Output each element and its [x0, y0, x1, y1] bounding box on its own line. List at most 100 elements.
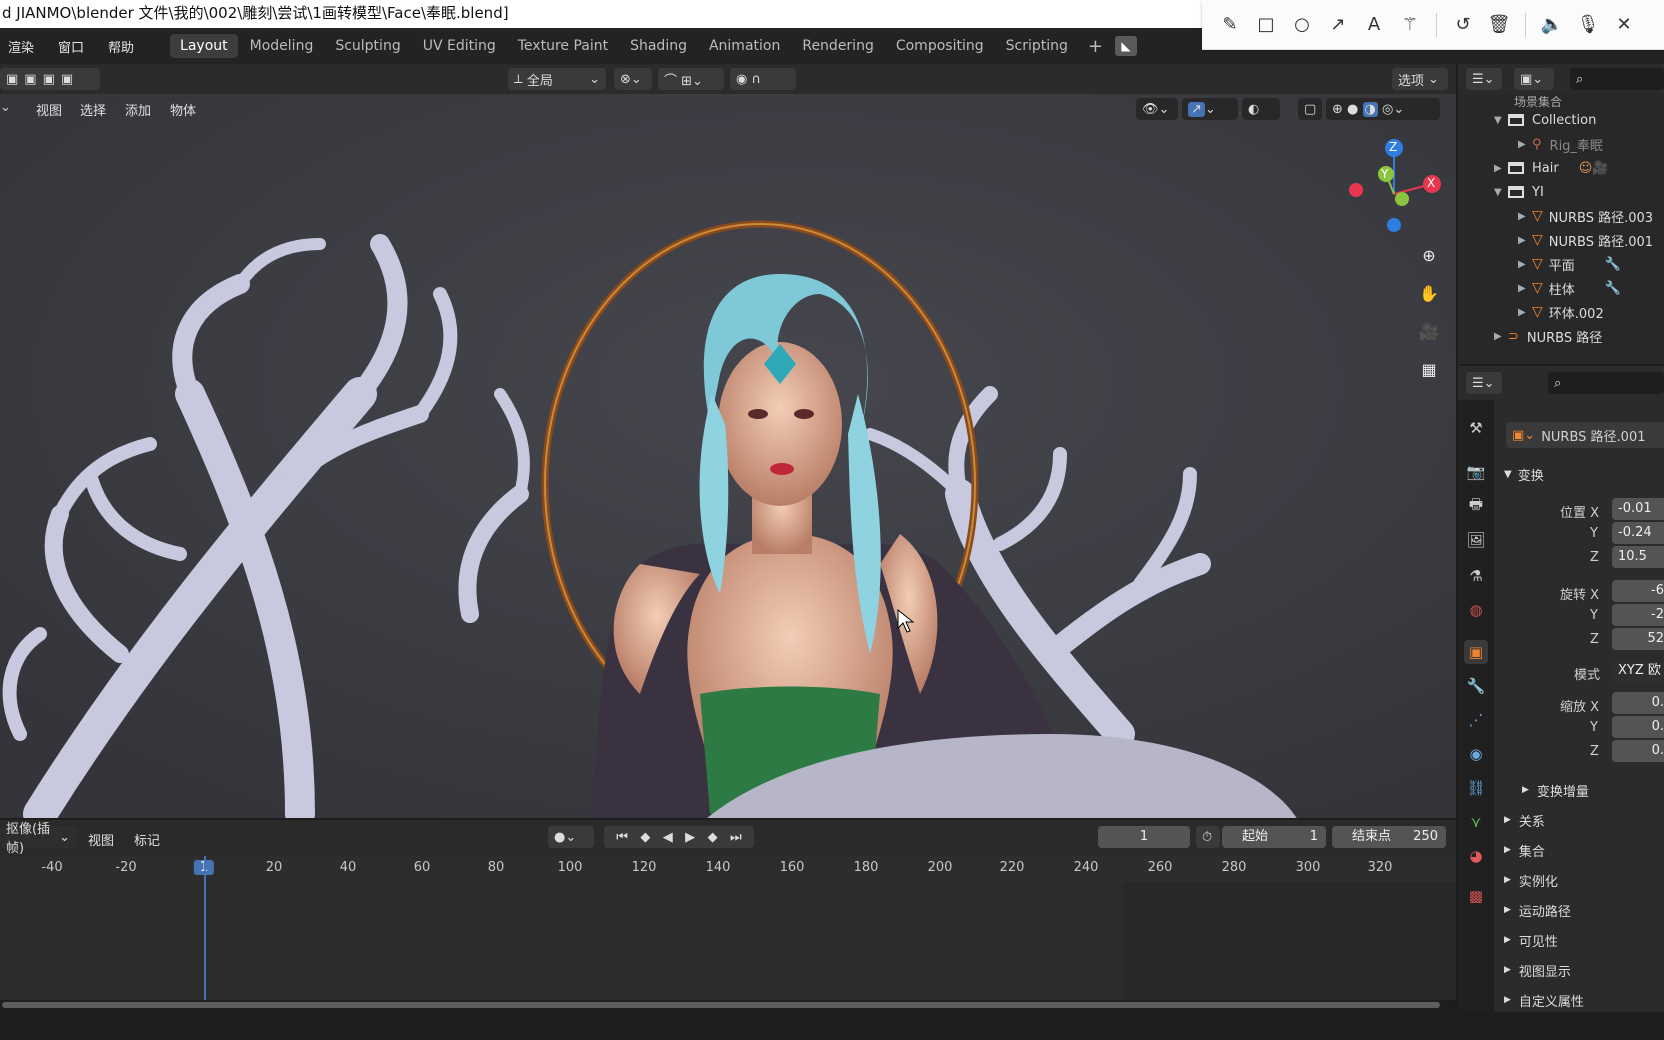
3d-viewport[interactable]: [0, 94, 1456, 818]
outliner-row-object[interactable]: ▶ ▽ 柱体 🔧: [1458, 276, 1664, 300]
location-x-field[interactable]: -0.01: [1612, 498, 1664, 520]
panel-relations[interactable]: ▶ 关系: [1504, 808, 1545, 832]
outliner-editor-type-icon[interactable]: ☰⌄: [1466, 68, 1502, 90]
stopwatch-icon[interactable]: ⏱: [1196, 826, 1220, 848]
tab-compositing[interactable]: Compositing: [886, 34, 994, 58]
navigation-gizmo[interactable]: Z Y X: [1340, 138, 1450, 238]
editor-type-dropdown[interactable]: ⌄: [0, 100, 11, 115]
particles-tab-icon[interactable]: ⋰: [1464, 708, 1488, 732]
tab-texture-paint[interactable]: Texture Paint: [508, 34, 618, 58]
rotation-y-field[interactable]: -2: [1612, 604, 1664, 626]
tab-sculpting[interactable]: Sculpting: [325, 34, 410, 58]
view-layer-tab-icon[interactable]: 🖼: [1464, 528, 1488, 552]
scale-y-field[interactable]: 0.: [1612, 716, 1664, 738]
pan-hand-icon[interactable]: ✋: [1414, 278, 1444, 308]
speaker-icon[interactable]: 🔈: [1534, 7, 1570, 43]
keying-mode-dropdown[interactable]: 抠像(插帧) ⌄: [0, 822, 76, 856]
expand-triangle-icon[interactable]: ▼: [1494, 187, 1504, 198]
frame-end-field[interactable]: 结束点 250: [1332, 826, 1446, 848]
tab-uv-editing[interactable]: UV Editing: [413, 34, 506, 58]
expand-triangle-icon[interactable]: ▶: [1494, 331, 1504, 342]
render-tab-icon[interactable]: 📷: [1464, 460, 1488, 484]
panel-motion-paths[interactable]: ▶ 运动路径: [1504, 898, 1571, 922]
expand-triangle-icon[interactable]: ▶: [1518, 235, 1528, 246]
timeline-area[interactable]: [0, 856, 1456, 1000]
add-workspace-button[interactable]: +: [1080, 36, 1111, 57]
gizmo-toggle[interactable]: ↗ ⌄: [1182, 98, 1238, 120]
expand-triangle-icon[interactable]: ▶: [1518, 139, 1528, 150]
camera-icon[interactable]: 🎥: [1414, 316, 1444, 346]
trash-icon[interactable]: 🗑: [1481, 7, 1517, 43]
magic-wand-icon[interactable]: ⚚: [1392, 7, 1428, 43]
tab-scripting[interactable]: Scripting: [996, 34, 1078, 58]
texture-tab-icon[interactable]: ▩: [1464, 884, 1488, 908]
scale-x-field[interactable]: 0.: [1612, 692, 1664, 714]
menu-window[interactable]: 窗口: [50, 37, 92, 56]
tab-modeling[interactable]: Modeling: [240, 34, 324, 58]
tab-layout[interactable]: Layout: [170, 34, 238, 58]
menu-view[interactable]: 视图: [36, 100, 62, 119]
frame-start-field[interactable]: 起始 1: [1222, 826, 1326, 848]
properties-editor-type-icon[interactable]: ☰⌄: [1466, 372, 1502, 394]
circle-icon[interactable]: ○: [1284, 7, 1320, 43]
menu-select[interactable]: 选择: [80, 100, 106, 119]
properties-search-input[interactable]: ⌕: [1548, 372, 1664, 394]
expand-triangle-icon[interactable]: ▶: [1494, 163, 1504, 174]
next-keyframe-icon[interactable]: ◆: [708, 830, 718, 845]
constraint-tab-icon[interactable]: ⛓: [1464, 776, 1488, 800]
jump-end-icon[interactable]: ⏭: [730, 830, 742, 845]
world-tab-icon[interactable]: ◍: [1464, 598, 1488, 622]
outliner-row-object[interactable]: ▶ ▽ NURBS 路径.003: [1458, 204, 1664, 228]
play-icon[interactable]: ▶: [685, 830, 695, 845]
outliner-row-object[interactable]: ▶ ▽ NURBS 路径.001: [1458, 228, 1664, 252]
snap-toggle[interactable]: ⌒ ⊞⌄: [658, 68, 724, 90]
outliner-row-collection[interactable]: ▼ Collection: [1458, 108, 1664, 132]
tool-tab-icon[interactable]: ⚒: [1464, 416, 1488, 440]
scene-tab-icon[interactable]: ⚗: [1464, 564, 1488, 588]
wireframe-shading-icon[interactable]: ⊕: [1332, 102, 1343, 117]
panel-collections[interactable]: ▶ 集合: [1504, 838, 1545, 862]
close-icon[interactable]: ✕: [1606, 7, 1642, 43]
solid-shading-icon[interactable]: ●: [1347, 102, 1358, 117]
expand-triangle-icon[interactable]: ▶: [1518, 307, 1528, 318]
text-icon[interactable]: A: [1356, 7, 1392, 43]
rendered-shading-icon[interactable]: ◎: [1382, 102, 1393, 117]
undo-icon[interactable]: ↺: [1445, 7, 1481, 43]
outliner-row-yi[interactable]: ▼ YI: [1458, 180, 1664, 204]
outliner-row-curve[interactable]: ▶ ⊃ NURBS 路径: [1458, 324, 1664, 348]
transform-panel-header[interactable]: ▼ 变换: [1504, 462, 1544, 486]
expand-triangle-icon[interactable]: ▼: [1494, 115, 1504, 126]
record-button[interactable]: ●⌄: [548, 826, 594, 848]
outliner-row-object[interactable]: ▶ ▽ 平面 🔧: [1458, 252, 1664, 276]
physics-tab-icon[interactable]: ◉: [1464, 742, 1488, 766]
pivot-point-dropdown[interactable]: ⊗⌄: [614, 68, 652, 90]
scene-collection-row[interactable]: 场景集合: [1458, 94, 1664, 109]
rotation-x-field[interactable]: -6: [1612, 580, 1664, 602]
grid-perspective-icon[interactable]: ▦: [1414, 354, 1444, 384]
outliner-display-mode-icon[interactable]: ▣⌄: [1514, 68, 1554, 90]
material-tab-icon[interactable]: ◕: [1464, 844, 1488, 868]
jump-start-icon[interactable]: ⏮: [616, 830, 628, 845]
panel-custom-properties[interactable]: ▶ 自定义属性: [1504, 988, 1584, 1012]
expand-triangle-icon[interactable]: ▶: [1518, 259, 1528, 270]
menu-add[interactable]: 添加: [125, 100, 151, 119]
outliner-row-hair[interactable]: ▶ Hair ☺🎥: [1458, 156, 1664, 180]
menu-object[interactable]: 物体: [170, 100, 196, 119]
menu-help[interactable]: 帮助: [100, 37, 142, 56]
tab-rendering[interactable]: Rendering: [792, 34, 884, 58]
tab-animation[interactable]: Animation: [699, 34, 790, 58]
xray-toggle[interactable]: ▢: [1298, 98, 1322, 120]
modifier-tab-icon[interactable]: 🔧: [1464, 674, 1488, 698]
timeline-menu-view[interactable]: 视图: [88, 830, 114, 849]
scale-z-field[interactable]: 0.: [1612, 740, 1664, 762]
microphone-icon[interactable]: 🎙: [1570, 7, 1606, 43]
pencil-icon[interactable]: ✎: [1212, 7, 1248, 43]
outliner-row-object[interactable]: ▶ ▽ 环体.002: [1458, 300, 1664, 324]
material-shading-icon[interactable]: ◑: [1362, 101, 1378, 117]
arrow-icon[interactable]: ↗: [1320, 7, 1356, 43]
shading-mode-buttons[interactable]: ⊕ ● ◑ ◎ ⌄: [1326, 98, 1440, 120]
tab-shading[interactable]: Shading: [620, 34, 697, 58]
prev-keyframe-icon[interactable]: ◆: [640, 830, 650, 845]
timeline-menu-marker[interactable]: 标记: [134, 830, 160, 849]
location-y-field[interactable]: -0.24: [1612, 522, 1664, 544]
